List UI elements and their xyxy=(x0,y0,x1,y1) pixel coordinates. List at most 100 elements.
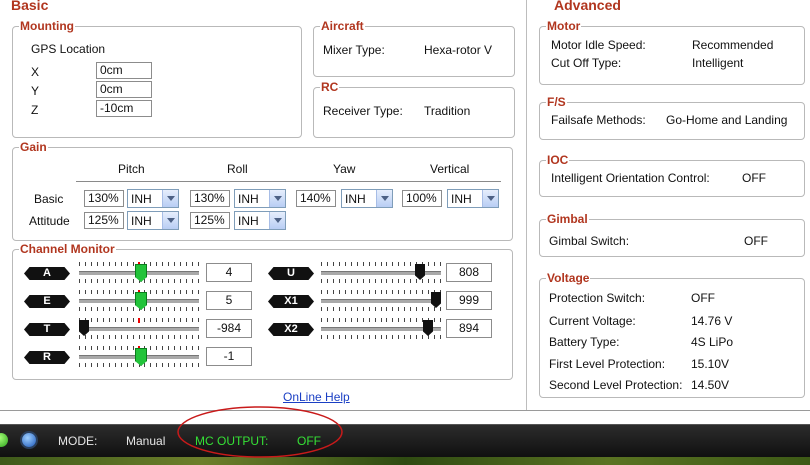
attitude-pitch-select[interactable]: INH xyxy=(127,211,179,230)
slider-tick xyxy=(186,279,187,283)
slider-tick xyxy=(162,262,163,266)
slider-tick xyxy=(91,290,92,294)
slider-tick xyxy=(327,307,328,311)
chevron-down-icon xyxy=(376,190,392,207)
mounting-group: Mounting GPS Location X 0cm Y 0cm Z -10c… xyxy=(12,18,302,138)
mount-y-input[interactable]: 0cm xyxy=(96,81,152,98)
bottom-divider xyxy=(0,410,810,411)
slider-tick xyxy=(404,290,405,294)
slider-tick xyxy=(428,290,429,294)
battery-type-value: 4S LiPo xyxy=(691,335,734,349)
slider-thumb xyxy=(79,320,89,336)
slider-tick xyxy=(375,290,376,294)
slider-tick xyxy=(198,307,199,311)
slider-tick xyxy=(416,335,417,339)
slider-tick xyxy=(133,363,134,367)
slider-tick xyxy=(121,279,122,283)
slider-tick xyxy=(174,279,175,283)
mount-x-input[interactable]: 0cm xyxy=(96,62,152,79)
slider-tick xyxy=(333,290,334,294)
gain-col-vertical: Vertical xyxy=(430,162,470,176)
slider-tick xyxy=(91,262,92,266)
slider-tick xyxy=(180,363,181,367)
slider-tick xyxy=(339,262,340,266)
slider-tick xyxy=(339,279,340,283)
first-level-protection-label: First Level Protection: xyxy=(549,357,666,371)
slider-tick xyxy=(156,363,157,367)
online-help-link[interactable]: OnLine Help xyxy=(283,390,350,404)
basic-vertical-select[interactable]: INH xyxy=(447,189,499,208)
slider-tick xyxy=(363,318,364,322)
slider-tick xyxy=(162,290,163,294)
chevron-down-icon xyxy=(269,190,285,207)
slider-tick xyxy=(144,335,145,339)
channel-a-label: A xyxy=(24,267,70,280)
slider-tick xyxy=(198,346,199,350)
tab-advanced[interactable]: Advanced xyxy=(554,0,621,13)
slider-tick xyxy=(327,318,328,322)
slider-tick xyxy=(398,279,399,283)
chevron-down-icon xyxy=(269,212,285,229)
slider-tick xyxy=(174,290,175,294)
failsafe-methods-value: Go-Home and Landing xyxy=(666,113,788,127)
basic-vertical-input[interactable]: 100% xyxy=(402,190,442,207)
attitude-roll-select[interactable]: INH xyxy=(234,211,286,230)
gain-col-yaw: Yaw xyxy=(333,162,356,176)
slider-tick xyxy=(85,307,86,311)
slider-tick xyxy=(127,318,128,322)
slider-tick xyxy=(357,307,358,311)
channel-t-label: T xyxy=(24,323,70,336)
slider-tick xyxy=(398,307,399,311)
slider-tick xyxy=(168,363,169,367)
attitude-roll-input[interactable]: 125% xyxy=(190,212,230,229)
basic-pitch-select[interactable]: INH xyxy=(127,189,179,208)
slider-tick xyxy=(345,262,346,266)
slider-tick xyxy=(192,335,193,339)
attitude-pitch-input[interactable]: 125% xyxy=(84,212,124,229)
slider-tick xyxy=(192,290,193,294)
slider-tick xyxy=(192,363,193,367)
slider-tick xyxy=(115,262,116,266)
channel-r-value: -1 xyxy=(206,347,252,366)
slider-tick xyxy=(121,318,122,322)
slider-tick xyxy=(127,262,128,266)
slider-tick xyxy=(404,307,405,311)
slider-tick xyxy=(133,307,134,311)
rc-group: RC Receiver Type: Tradition xyxy=(313,79,515,138)
tab-basic[interactable]: Basic xyxy=(11,0,48,13)
slider-tick xyxy=(321,290,322,294)
slider-tick xyxy=(186,318,187,322)
channel-x2-label: X2 xyxy=(268,323,314,336)
slider-tick xyxy=(351,279,352,283)
online-help-container: OnLine Help xyxy=(283,390,350,404)
basic-roll-input[interactable]: 130% xyxy=(190,190,230,207)
slider-tick xyxy=(150,279,151,283)
slider-tick xyxy=(121,307,122,311)
slider-tick xyxy=(156,318,157,322)
slider-tick xyxy=(333,318,334,322)
slider-tick xyxy=(428,307,429,311)
slider-tick xyxy=(103,363,104,367)
slider-tick xyxy=(91,335,92,339)
slider-thumb xyxy=(423,320,433,336)
basic-yaw-input[interactable]: 140% xyxy=(296,190,336,207)
slider-tick xyxy=(85,335,86,339)
slider-tick xyxy=(97,279,98,283)
slider-tick xyxy=(150,307,151,311)
basic-pitch-input[interactable]: 130% xyxy=(84,190,124,207)
slider-tick xyxy=(339,318,340,322)
slider-tick xyxy=(416,290,417,294)
slider-tick xyxy=(180,290,181,294)
basic-yaw-select[interactable]: INH xyxy=(341,189,393,208)
slider-center-mark xyxy=(138,318,140,323)
slider-tick xyxy=(121,346,122,350)
slider-tick xyxy=(109,279,110,283)
aircraft-title: Aircraft xyxy=(320,18,365,34)
basic-roll-select[interactable]: INH xyxy=(234,189,286,208)
mount-z-input[interactable]: -10cm xyxy=(96,100,152,117)
gimbal-switch-label: Gimbal Switch: xyxy=(549,234,630,248)
slider-tick xyxy=(440,279,441,283)
failsafe-title: F/S xyxy=(546,94,567,110)
slider-tick xyxy=(79,335,80,339)
attitude-roll-select-value: INH xyxy=(238,214,259,228)
